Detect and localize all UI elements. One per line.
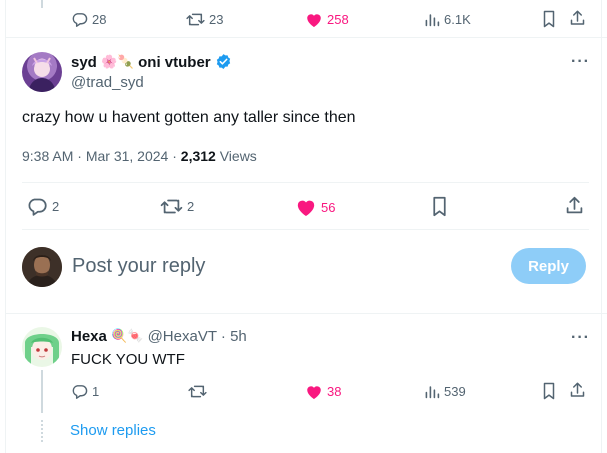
show-replies-link[interactable]: Show replies	[70, 422, 156, 439]
more-options-icon[interactable]: ···	[571, 329, 590, 347]
like-count: 38	[327, 384, 342, 399]
display-name[interactable]: syd	[71, 54, 97, 71]
metadata-separator: ·	[77, 148, 82, 164]
divider	[5, 313, 607, 314]
repost-count: 23	[209, 12, 224, 27]
avatar-image-icon	[22, 327, 62, 367]
reply-author: Hexa 🍭🍬 @HexaVT · 5h	[71, 328, 247, 345]
reply-input[interactable]: Post your reply	[72, 255, 205, 278]
reply-count: 1	[92, 384, 100, 399]
avatar[interactable]	[22, 52, 62, 92]
handle[interactable]: @trad_syd	[71, 74, 144, 91]
heart-filled-icon	[307, 14, 321, 27]
bookmark-icon	[433, 196, 446, 217]
display-name-suffix[interactable]: oni vtuber	[138, 54, 211, 71]
views-total: 2,312	[180, 148, 216, 164]
verified-badge-icon	[216, 54, 231, 69]
share-action[interactable]	[569, 381, 586, 399]
divider	[22, 229, 589, 230]
reply-button[interactable]: Reply	[511, 248, 586, 284]
avatar-image-icon	[28, 57, 56, 92]
reply-text: FUCK YOU WTF	[71, 351, 185, 368]
repost-icon	[186, 13, 205, 26]
handle[interactable]: @HexaVT	[148, 328, 217, 345]
like-action[interactable]: 56	[295, 197, 335, 217]
tweet-time[interactable]: 9:38 AM	[22, 148, 73, 164]
composer-avatar[interactable]	[22, 247, 62, 287]
reply-icon	[72, 13, 88, 27]
more-options-icon[interactable]: ···	[571, 53, 590, 71]
thread-dots	[41, 420, 45, 442]
divider	[5, 37, 607, 38]
timeline-left-border	[5, 0, 6, 453]
repost-count: 2	[187, 199, 195, 214]
views-count: 6.1K	[444, 11, 471, 27]
repost-icon	[160, 199, 183, 214]
repost-icon	[188, 385, 207, 398]
bookmark-action[interactable]	[541, 10, 557, 28]
bookmark-action[interactable]	[541, 382, 557, 400]
share-icon	[570, 10, 585, 25]
timeline-right-border	[601, 0, 602, 453]
views-action[interactable]: 539	[424, 383, 466, 399]
reply-count: 2	[52, 199, 60, 214]
metadata-separator: ·	[220, 328, 226, 345]
divider	[22, 182, 589, 183]
name-emojis: 🌸🍡	[101, 54, 134, 69]
tweet-metadata: 9:38 AM · Mar 31, 2024 · 2,312 Views	[22, 148, 257, 164]
reply-count: 28	[92, 12, 107, 27]
reply-time[interactable]: 5h	[230, 328, 247, 345]
tweet-date[interactable]: Mar 31, 2024	[86, 148, 169, 164]
thread-line	[41, 370, 43, 413]
like-action[interactable]: 258	[305, 11, 349, 28]
tweet-text: crazy how u havent gotten any taller sin…	[22, 109, 356, 126]
repost-action[interactable]: 2	[160, 197, 194, 216]
avatar-image-icon	[22, 247, 62, 287]
analytics-icon	[425, 14, 440, 27]
reply-avatar[interactable]	[22, 327, 62, 367]
share-action[interactable]	[565, 195, 584, 216]
reply-icon	[72, 385, 88, 399]
like-count: 56	[321, 199, 336, 215]
metadata-separator: ·	[172, 148, 177, 164]
share-icon	[566, 196, 583, 214]
repost-action[interactable]: 23	[186, 11, 223, 28]
main-tweet-author: syd 🌸🍡 oni vtuber	[71, 53, 232, 72]
bookmark-icon	[543, 382, 555, 400]
bookmark-action[interactable]	[430, 196, 449, 217]
reply-action[interactable]: 28	[71, 11, 106, 28]
thread-line-top	[41, 0, 43, 8]
name-emojis: 🍭🍬	[111, 328, 144, 343]
repost-action[interactable]	[188, 383, 211, 400]
like-count: 258	[327, 12, 349, 27]
share-action[interactable]	[569, 9, 586, 27]
bookmark-icon	[543, 10, 555, 28]
reply-action[interactable]: 1	[71, 383, 99, 400]
views-action[interactable]: 6.1K	[424, 11, 471, 27]
heart-filled-icon	[297, 200, 315, 217]
heart-filled-icon	[307, 386, 321, 399]
display-name[interactable]: Hexa	[71, 328, 107, 345]
analytics-icon	[425, 386, 440, 399]
reply-action[interactable]: 2	[26, 196, 59, 217]
views-label: Views	[219, 148, 257, 164]
share-icon	[570, 382, 585, 397]
reply-icon	[28, 198, 47, 216]
views-count: 539	[444, 383, 466, 399]
like-action[interactable]: 38	[305, 383, 341, 400]
